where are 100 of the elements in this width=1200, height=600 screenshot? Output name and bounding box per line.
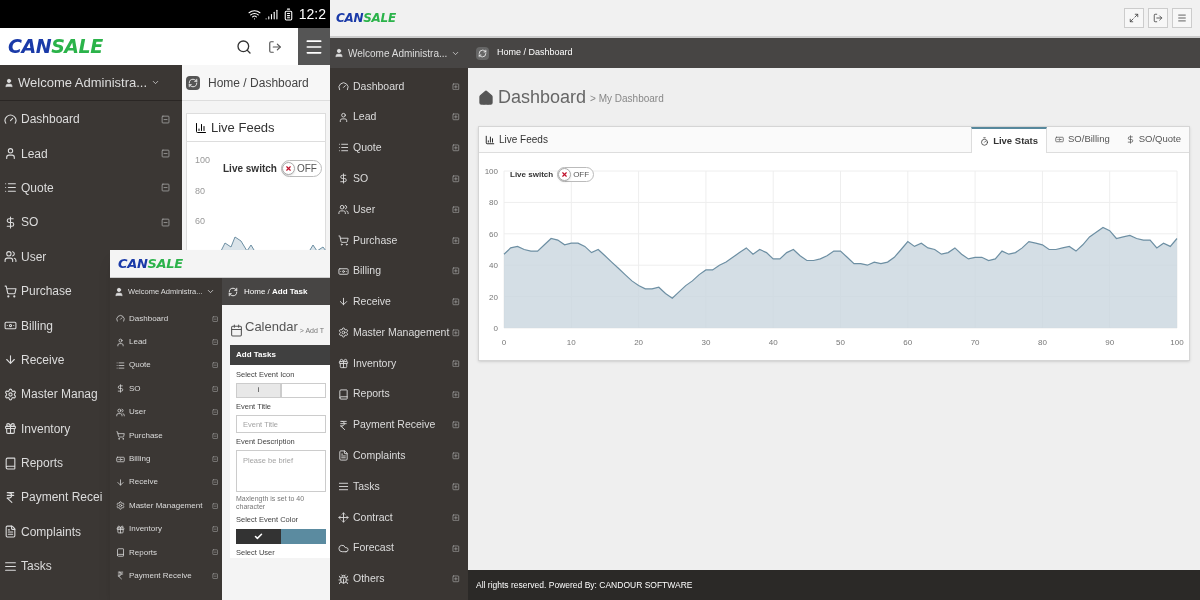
sidebar-item[interactable]: Receive — [4, 350, 65, 369]
sidebar-item[interactable]: SO — [4, 213, 39, 232]
sidebar-item[interactable]: Dashboard — [116, 312, 169, 325]
sidebar-item[interactable]: Master Manag — [4, 385, 98, 404]
sidebar-item[interactable]: Receive — [116, 476, 158, 489]
expand-icon[interactable] — [452, 390, 460, 399]
sidebar-item[interactable]: Payment Receive — [116, 570, 192, 582]
fullscreen-button[interactable] — [1124, 8, 1144, 28]
sidebar-item[interactable]: SO — [116, 382, 141, 395]
refresh-icon[interactable] — [228, 286, 238, 297]
icon-option[interactable]: i — [236, 382, 281, 398]
expand-icon[interactable] — [452, 452, 460, 460]
tab[interactable]: SO/Quote — [1117, 127, 1189, 152]
users-icon — [4, 250, 17, 264]
refresh-icon[interactable] — [186, 75, 200, 90]
sidebar-item[interactable]: Receive — [338, 294, 391, 310]
expand-icon[interactable] — [452, 82, 460, 91]
collapse-icon[interactable] — [160, 217, 170, 227]
sidebar-item[interactable]: Inventory — [4, 419, 71, 438]
sidebar-item[interactable]: Purchase — [4, 282, 72, 301]
sidebar-item[interactable]: User — [338, 201, 376, 218]
sidebar-item[interactable]: Others — [338, 571, 385, 587]
collapse-icon[interactable] — [211, 455, 218, 463]
tab[interactable]: Live Stats — [971, 127, 1048, 153]
collapse-icon[interactable] — [211, 572, 218, 580]
expand-icon[interactable] — [452, 144, 460, 152]
sidebar-item[interactable]: Master Management — [338, 324, 450, 341]
collapse-icon[interactable] — [211, 385, 218, 392]
sidebar-item[interactable]: Reports — [116, 546, 157, 559]
sidebar-item[interactable]: SO — [338, 170, 369, 187]
collapse-icon[interactable] — [211, 502, 218, 509]
sidebar-item[interactable]: Purchase — [338, 232, 398, 249]
collapse-icon[interactable] — [160, 114, 170, 124]
form-header: Add Tasks — [230, 344, 332, 365]
sidebar-item[interactable]: User — [116, 406, 146, 419]
menu-button[interactable] — [298, 28, 330, 65]
sidebar-item[interactable]: Payment Receive — [338, 417, 436, 434]
expand-icon[interactable] — [452, 482, 460, 491]
collapse-icon[interactable] — [211, 479, 218, 486]
sidebar-item[interactable]: Inventory — [116, 523, 162, 536]
live-switch[interactable]: OFF — [280, 160, 322, 177]
tab[interactable]: SO/Billing — [1047, 127, 1118, 152]
sidebar-item[interactable]: Lead — [116, 336, 147, 349]
expand-icon[interactable] — [452, 113, 460, 122]
sidebar-item[interactable]: Billing — [116, 453, 151, 466]
sidebar-item[interactable]: Dashboard — [4, 110, 80, 129]
sidebar-item[interactable]: Lead — [4, 144, 48, 163]
collapse-icon[interactable] — [211, 315, 218, 322]
gear-icon — [4, 387, 17, 401]
color-option[interactable] — [236, 528, 281, 544]
expand-icon[interactable] — [452, 205, 460, 214]
sidebar-item[interactable]: Billing — [4, 316, 53, 335]
dollar-icon — [116, 384, 125, 394]
expand-icon[interactable] — [452, 236, 460, 245]
collapse-icon[interactable] — [160, 183, 170, 193]
sidebar-item[interactable]: Dashboard — [338, 78, 405, 95]
person-icon — [116, 337, 125, 347]
sidebar-item[interactable]: Lead — [338, 109, 377, 126]
expand-icon[interactable] — [452, 174, 460, 183]
search-icon[interactable] — [236, 38, 252, 55]
sidebar-item[interactable]: Complaints — [4, 522, 82, 541]
sidebar-item[interactable]: Contract — [338, 509, 393, 526]
expand-icon[interactable] — [452, 421, 460, 429]
expand-icon[interactable] — [452, 328, 460, 337]
icon-option[interactable] — [281, 382, 326, 398]
expand-icon[interactable] — [452, 544, 460, 553]
logout-button[interactable] — [1148, 8, 1168, 28]
collapse-icon[interactable] — [211, 362, 218, 369]
sidebar-item[interactable]: Quote — [116, 359, 151, 372]
collapse-icon[interactable] — [211, 526, 218, 533]
sidebar-item[interactable]: Inventory — [338, 355, 397, 372]
sidebar-item[interactable]: Complaints — [338, 448, 406, 464]
sidebar-item[interactable]: Payment Recei — [4, 488, 103, 507]
sidebar-item[interactable]: Purchase — [116, 429, 163, 442]
expand-icon[interactable] — [452, 513, 460, 522]
color-option[interactable] — [281, 528, 326, 544]
sidebar-item[interactable]: Quote — [4, 178, 54, 197]
expand-icon[interactable] — [452, 267, 460, 275]
sidebar-item[interactable]: Forecast — [338, 540, 394, 557]
collapse-icon[interactable] — [211, 549, 218, 556]
sidebar-item[interactable]: Tasks — [338, 478, 380, 495]
sidebar-item[interactable]: Master Management — [116, 499, 203, 512]
live-switch[interactable]: OFF — [557, 167, 595, 182]
collapse-icon[interactable] — [211, 432, 218, 439]
sidebar-item[interactable]: Billing — [338, 263, 381, 280]
collapse-icon[interactable] — [211, 409, 218, 416]
welcome-menu[interactable]: Welcome Administra... — [330, 38, 468, 68]
expand-icon[interactable] — [452, 359, 460, 368]
users-icon — [116, 407, 125, 417]
sidebar-item[interactable]: Reports — [4, 454, 64, 473]
sidebar-item[interactable]: Quote — [338, 140, 382, 156]
sidebar-item[interactable]: User — [4, 247, 47, 266]
collapse-icon[interactable] — [160, 149, 170, 159]
expand-icon[interactable] — [452, 575, 460, 583]
sidebar-item[interactable]: Reports — [338, 386, 390, 403]
refresh-icon[interactable] — [476, 46, 489, 60]
collapse-icon[interactable] — [211, 338, 218, 346]
sidebar-item[interactable]: Tasks — [4, 557, 52, 576]
expand-icon[interactable] — [452, 298, 460, 306]
logout-icon[interactable] — [268, 39, 282, 54]
